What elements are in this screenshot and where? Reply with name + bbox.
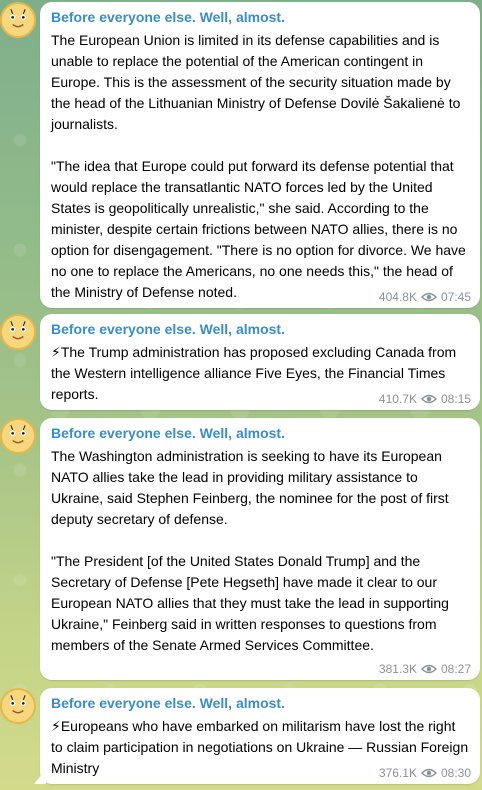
message-meta: 404.8K 07:45 bbox=[379, 290, 471, 304]
message-text: The Washington administration is seeking… bbox=[51, 448, 449, 653]
sender-name[interactable]: Before everyone else. Well, almost. bbox=[51, 8, 470, 26]
message-meta: 381.3K 08:27 bbox=[379, 662, 471, 676]
avatar-bee-icon[interactable] bbox=[0, 2, 36, 38]
message-time: 07:45 bbox=[440, 290, 471, 304]
message-meta: 410.7K 08:15 bbox=[379, 392, 471, 406]
message-bubble[interactable]: Before everyone else. Well, almost. The … bbox=[40, 418, 480, 680]
message-time: 08:27 bbox=[440, 662, 471, 676]
view-count: 376.1K bbox=[378, 766, 417, 780]
message-bubble[interactable]: Before everyone else. Well, almost. The … bbox=[40, 2, 480, 308]
eye-icon bbox=[420, 767, 437, 779]
eye-icon bbox=[420, 663, 437, 675]
eye-icon bbox=[420, 291, 437, 303]
view-count: 410.7K bbox=[378, 392, 417, 406]
message-bubble[interactable]: Before everyone else. Well, almost. ⚡The… bbox=[40, 314, 480, 410]
message-time: 08:30 bbox=[440, 766, 471, 780]
avatar-bee-icon[interactable] bbox=[0, 314, 36, 350]
message-bubble[interactable]: Before everyone else. Well, almost. ⚡Eur… bbox=[40, 688, 480, 784]
message-time: 08:15 bbox=[440, 392, 471, 406]
sender-name[interactable]: Before everyone else. Well, almost. bbox=[51, 320, 470, 338]
sender-name[interactable]: Before everyone else. Well, almost. bbox=[51, 694, 470, 712]
view-count: 404.8K bbox=[378, 290, 417, 304]
message-feed[interactable]: Before everyone else. Well, almost. The … bbox=[0, 0, 482, 790]
avatar-bee-icon[interactable] bbox=[0, 418, 36, 454]
sender-name[interactable]: Before everyone else. Well, almost. bbox=[51, 424, 470, 442]
message-text: The European Union is limited in its def… bbox=[51, 32, 466, 300]
view-count: 381.3K bbox=[378, 662, 417, 676]
message-meta: 376.1K 08:30 bbox=[379, 766, 471, 780]
avatar-bee-icon[interactable] bbox=[0, 688, 36, 724]
eye-icon bbox=[420, 393, 437, 405]
